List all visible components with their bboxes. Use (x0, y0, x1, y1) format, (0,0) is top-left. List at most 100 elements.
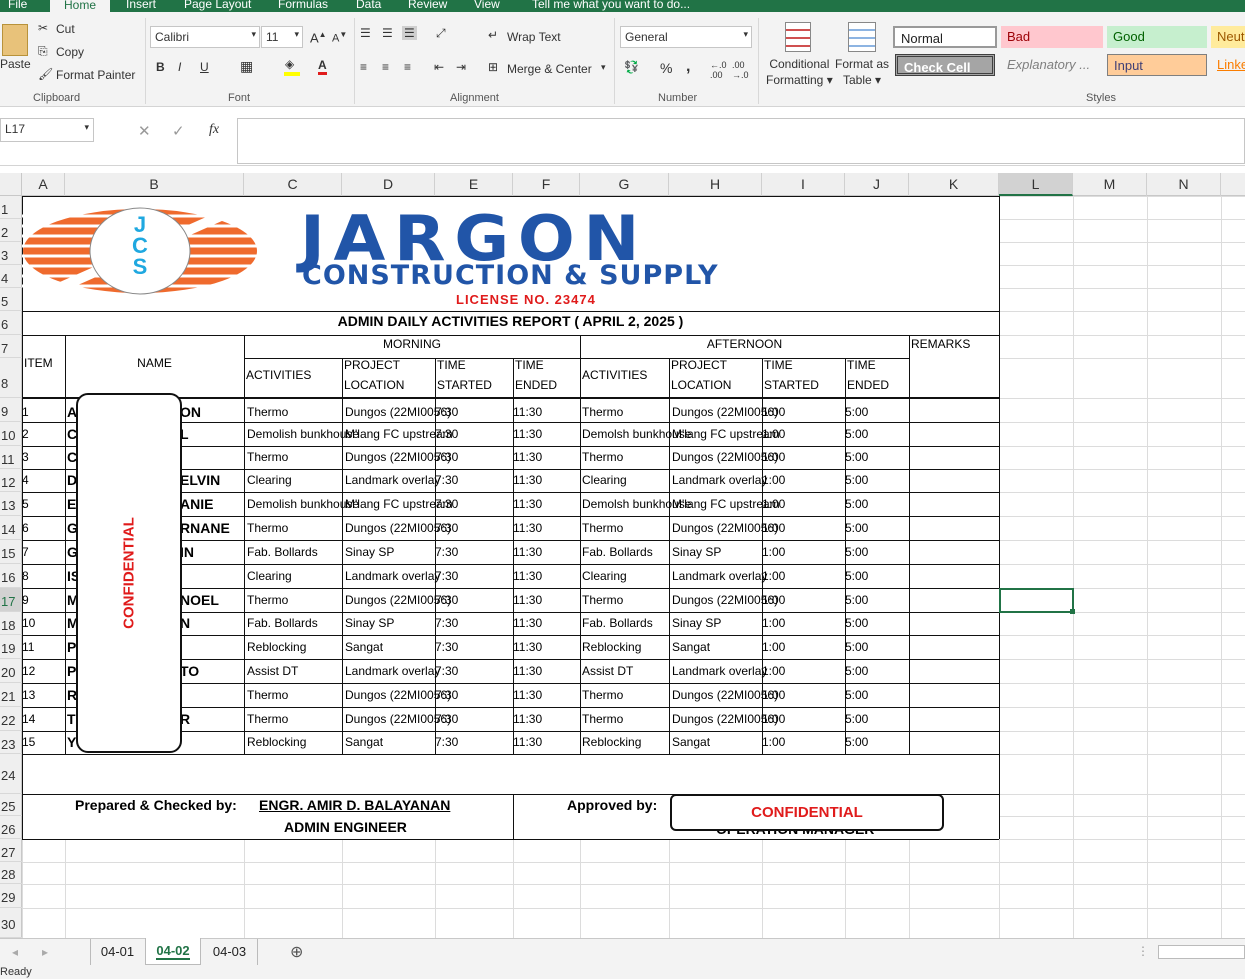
row-header[interactable]: 22 (0, 707, 22, 731)
tab-view[interactable]: View (474, 0, 500, 12)
number-format-select[interactable]: General ▾ (620, 26, 752, 48)
column-header[interactable]: F (513, 173, 580, 196)
column-header[interactable]: D (342, 173, 435, 196)
bold-button[interactable]: B (156, 60, 165, 74)
font-name-select[interactable]: Calibri ▾ (150, 26, 260, 48)
shrink-font-icon[interactable]: A▼ (332, 30, 347, 45)
row-header[interactable]: 21 (0, 683, 22, 707)
column-header[interactable]: K (909, 173, 999, 196)
align-left-icon[interactable]: ≡ (360, 60, 367, 74)
column-header[interactable]: L (999, 173, 1073, 196)
row-header[interactable]: 30 (0, 908, 22, 938)
row-header[interactable]: 29 (0, 884, 22, 908)
column-header[interactable]: I (762, 173, 845, 196)
formula-input[interactable] (237, 118, 1245, 164)
merge-center-button[interactable]: Merge & Center (507, 62, 592, 76)
column-header[interactable]: N (1147, 173, 1221, 196)
row-header[interactable]: 9 (0, 398, 22, 422)
row-header[interactable]: 15 (0, 540, 22, 564)
row-header[interactable]: 20 (0, 659, 22, 683)
row-header[interactable]: 26 (0, 816, 22, 839)
merge-dropdown-icon[interactable]: ▾ (601, 62, 606, 73)
column-header[interactable]: H (669, 173, 762, 196)
style-linked-cell[interactable]: Linke (1211, 54, 1245, 76)
paste-button[interactable]: Paste (0, 57, 31, 71)
tab-page-layout[interactable]: Page Layout (184, 0, 251, 12)
fill-color-icon[interactable] (284, 72, 300, 76)
font-color-icon[interactable]: A (318, 58, 327, 75)
sheet-tab[interactable]: 04-01 (90, 939, 144, 965)
row-header[interactable]: 5 (0, 288, 22, 311)
next-sheet-icon[interactable]: ▸ (42, 945, 48, 959)
conditional-formatting-button[interactable]: Conditional Formatting ▾ (766, 56, 833, 88)
tab-insert[interactable]: Insert (126, 0, 156, 12)
row-header[interactable]: 27 (0, 839, 22, 862)
percent-icon[interactable]: % (660, 60, 672, 76)
increase-decimal-icon[interactable]: ←.0.00 (710, 60, 727, 80)
increase-indent-icon[interactable]: ⇥ (456, 60, 466, 74)
column-header[interactable]: G (580, 173, 669, 196)
column-header[interactable]: J (845, 173, 909, 196)
comma-icon[interactable]: , (686, 58, 690, 76)
add-sheet-icon[interactable]: ⊕ (290, 942, 303, 962)
align-top-icon[interactable]: ☰ (360, 26, 371, 40)
align-middle-icon[interactable]: ☰ (382, 26, 393, 40)
row-header[interactable]: 18 (0, 612, 22, 635)
cut-button[interactable]: Cut (56, 22, 75, 36)
underline-button[interactable]: U (200, 60, 209, 74)
row-header[interactable]: 28 (0, 862, 22, 884)
row-header[interactable]: 13 (0, 492, 22, 516)
fill-handle[interactable] (1070, 609, 1075, 614)
tab-split-handle[interactable]: ⋮ (1137, 944, 1149, 958)
align-bottom-icon[interactable]: ☰ (402, 26, 417, 40)
tell-me-search[interactable]: Tell me what you want to do... (532, 0, 690, 12)
column-header[interactable]: C (244, 173, 342, 196)
grow-font-icon[interactable]: A▲ (310, 30, 327, 45)
row-header[interactable]: 19 (0, 635, 22, 659)
align-center-icon[interactable]: ≡ (382, 60, 389, 74)
insert-function-icon[interactable]: fx (209, 122, 219, 138)
borders-icon[interactable]: ▦ (240, 58, 253, 75)
style-neutral[interactable]: Neut (1211, 26, 1245, 48)
row-header[interactable]: 1 (0, 196, 22, 219)
paste-icon[interactable] (2, 24, 28, 56)
row-header[interactable]: 24 (0, 754, 22, 794)
sheet-tab-active[interactable]: 04-02 (145, 938, 201, 965)
style-explanatory[interactable]: Explanatory ... (1001, 54, 1103, 76)
prev-sheet-icon[interactable]: ◂ (12, 945, 18, 959)
font-size-select[interactable]: 11 ▾ (261, 26, 303, 48)
style-good[interactable]: Good (1107, 26, 1207, 48)
column-header[interactable]: M (1073, 173, 1147, 196)
accounting-icon[interactable]: 💱 (624, 60, 639, 74)
row-header[interactable]: 10 (0, 422, 22, 446)
column-header[interactable]: B (65, 173, 244, 196)
tab-formulas[interactable]: Formulas (278, 0, 328, 12)
style-check-cell[interactable]: Check Cell (895, 54, 995, 76)
worksheet-grid[interactable]: J C S JARGON CONSTRUCTION & SUPPLY LICENSE NO… (22, 196, 1245, 938)
name-box[interactable]: L17 ▾ (0, 118, 94, 142)
row-header[interactable]: 23 (0, 731, 22, 754)
row-header[interactable]: 17 (0, 588, 22, 612)
row-header[interactable]: 8 (0, 358, 22, 398)
row-header[interactable]: 4 (0, 265, 22, 288)
tab-data[interactable]: Data (356, 0, 381, 12)
style-input[interactable]: Input (1107, 54, 1207, 76)
tab-file[interactable]: File (8, 0, 27, 12)
format-painter-button[interactable]: Format Painter (56, 68, 135, 82)
format-as-table-button[interactable]: Format as Table ▾ (835, 56, 889, 88)
row-header[interactable]: 12 (0, 469, 22, 492)
sheet-tab[interactable]: 04-03 (202, 939, 258, 965)
decrease-decimal-icon[interactable]: .00 →.0 (732, 60, 749, 80)
decrease-indent-icon[interactable]: ⇤ (434, 60, 444, 74)
selected-cell[interactable] (999, 588, 1074, 613)
tab-home[interactable]: Home (50, 0, 111, 12)
row-header[interactable]: 6 (0, 311, 22, 335)
row-header[interactable]: 14 (0, 516, 22, 540)
orientation-icon[interactable]: ⤢ (436, 26, 446, 41)
select-all-corner[interactable] (0, 173, 22, 196)
copy-button[interactable]: Copy (56, 45, 84, 59)
row-header[interactable]: 25 (0, 794, 22, 816)
style-normal[interactable]: Normal (893, 26, 997, 48)
row-header[interactable]: 7 (0, 335, 22, 358)
cancel-icon[interactable]: ✕ (138, 122, 151, 140)
